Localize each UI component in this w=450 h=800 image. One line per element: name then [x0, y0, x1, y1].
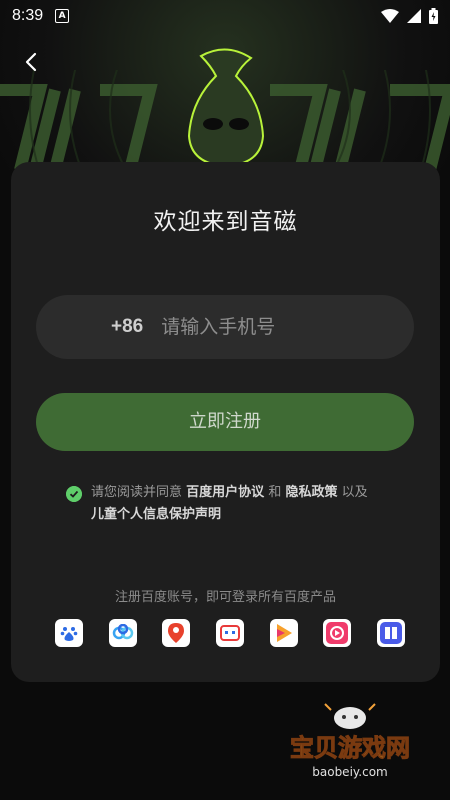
phone-input[interactable] — [159, 315, 404, 339]
phone-field[interactable]: +86 — [36, 295, 414, 359]
child-privacy-link[interactable]: 儿童个人信息保护声明 — [91, 507, 221, 522]
haokan-video-icon[interactable] — [269, 619, 298, 647]
country-code[interactable]: +86 — [111, 316, 143, 338]
agreement-and2: 以及 — [341, 485, 368, 500]
battery-icon — [429, 8, 438, 24]
baidu-account-note: 注册百度账号，即可登录所有百度产品 — [114, 590, 336, 605]
user-agreement-link[interactable]: 百度用户协议 — [186, 485, 264, 500]
svg-text:宝贝游戏网: 宝贝游戏网 — [290, 734, 410, 762]
login-card: 欢迎来到音磁 +86 立即注册 请您阅读并同意 百度用户协议 和 隐私政策 以及… — [11, 162, 440, 682]
checkbox-checked-icon[interactable] — [66, 486, 82, 502]
agreement: 请您阅读并同意 百度用户协议 和 隐私政策 以及 儿童个人信息保护声明 — [66, 482, 406, 526]
status-bar: 8:39 A — [0, 0, 450, 32]
baidu-app-list — [55, 619, 405, 647]
mascot-image — [187, 48, 265, 166]
page-title: 欢迎来到音磁 — [153, 209, 298, 235]
svg-text:baobeiy.com: baobeiy.com — [312, 765, 387, 779]
baidu-input-icon[interactable] — [215, 619, 244, 647]
notification-a-icon: A — [55, 9, 70, 23]
back-button[interactable] — [20, 50, 44, 74]
register-button[interactable]: 立即注册 — [36, 393, 414, 451]
baidu-map-icon[interactable] — [162, 619, 191, 647]
signal-icon — [407, 9, 421, 23]
status-time: 8:39 — [12, 7, 44, 24]
wifi-icon — [381, 9, 399, 23]
tieba-icon[interactable] — [376, 619, 405, 647]
baidu-icon[interactable] — [55, 619, 83, 647]
watermark-logo: 宝贝游戏网 baobeiy.com — [290, 703, 411, 779]
agreement-prefix: 请您阅读并同意 — [91, 485, 183, 500]
quanmin-video-icon[interactable] — [323, 619, 352, 647]
agreement-and: 和 — [268, 485, 282, 500]
privacy-policy-link[interactable]: 隐私政策 — [285, 485, 337, 500]
baidu-netdisk-icon[interactable] — [108, 619, 137, 647]
status-icons — [381, 8, 438, 24]
